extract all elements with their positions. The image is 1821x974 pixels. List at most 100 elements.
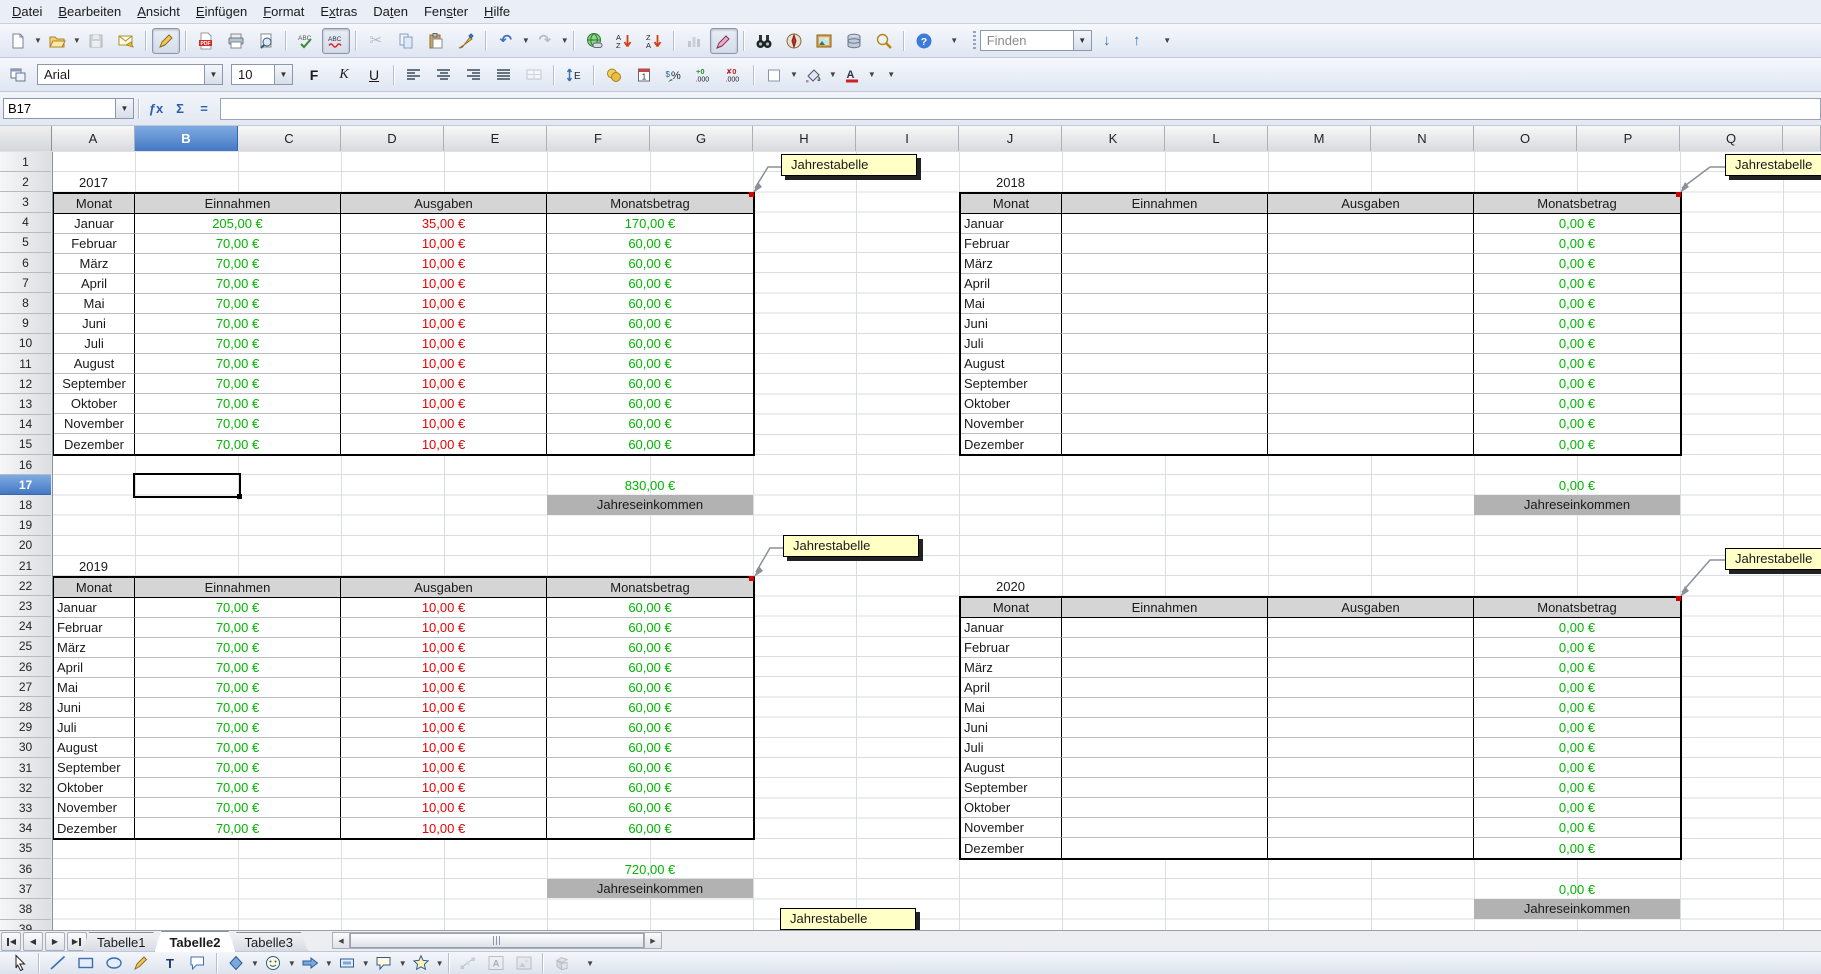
first-sheet-button[interactable]: ◀ [1, 932, 21, 951]
month-cell[interactable]: Mai [961, 698, 1062, 718]
month-cell[interactable]: Dezember [961, 838, 1062, 858]
month-cell[interactable]: September [54, 374, 135, 394]
monatsbetrag-cell[interactable]: 60,00 € [547, 354, 753, 374]
month-cell[interactable]: Januar [54, 598, 135, 618]
underline-button[interactable]: U [360, 62, 388, 88]
ausgaben-cell[interactable] [1268, 254, 1474, 274]
monatsbetrag-cell[interactable]: 60,00 € [547, 414, 753, 434]
chevron-down-icon[interactable]: ▼ [561, 36, 569, 45]
einnahmen-cell[interactable]: 205,00 € [135, 214, 341, 234]
monatsbetrag-cell[interactable]: 60,00 € [547, 818, 753, 838]
column-header-A[interactable]: A [52, 126, 135, 151]
italic-button[interactable]: K [330, 62, 358, 88]
ausgaben-cell[interactable]: 10,00 € [341, 778, 547, 798]
year-label-2019[interactable]: 2019 [52, 556, 135, 576]
month-cell[interactable]: Juli [54, 718, 135, 738]
monatsbetrag-cell[interactable]: 60,00 € [547, 334, 753, 354]
row-header-28[interactable]: 28 [0, 697, 51, 717]
select-all-corner[interactable] [0, 126, 52, 151]
block-arrows-button[interactable] [297, 952, 323, 974]
monatsbetrag-cell[interactable]: 0,00 € [1474, 778, 1680, 798]
einnahmen-cell[interactable] [1062, 758, 1268, 778]
ausgaben-cell[interactable]: 10,00 € [341, 618, 547, 638]
monatsbetrag-cell[interactable]: 60,00 € [547, 638, 753, 658]
column-header-I[interactable]: I [856, 126, 959, 151]
einnahmen-cell[interactable] [1062, 394, 1268, 414]
month-cell[interactable]: April [54, 658, 135, 678]
einnahmen-cell[interactable] [1062, 738, 1268, 758]
ausgaben-cell[interactable]: 10,00 € [341, 598, 547, 618]
chevron-down-icon[interactable]: ▼ [274, 65, 292, 84]
einnahmen-cell[interactable] [1062, 718, 1268, 738]
month-cell[interactable]: Februar [54, 234, 135, 254]
monatsbetrag-cell[interactable]: 60,00 € [547, 698, 753, 718]
sheet-tab-tabelle3[interactable]: Tabelle3 [230, 932, 308, 952]
callouts-button[interactable] [371, 952, 397, 974]
einnahmen-cell[interactable] [1062, 618, 1268, 638]
month-cell[interactable]: Dezember [54, 434, 135, 454]
ausgaben-cell[interactable] [1268, 838, 1474, 858]
month-cell[interactable]: November [961, 414, 1062, 434]
month-cell[interactable]: November [961, 818, 1062, 838]
find-previous-button[interactable]: ↑ [1123, 28, 1151, 54]
rectangle-button[interactable] [73, 952, 99, 974]
row-header-20[interactable]: 20 [0, 536, 51, 556]
find-toolbar-options-button[interactable]: ▼ [1153, 28, 1181, 54]
ausgaben-cell[interactable]: 10,00 € [341, 434, 547, 454]
ausgaben-cell[interactable] [1268, 678, 1474, 698]
row-header-2[interactable]: 2 [0, 172, 51, 192]
stars-button[interactable] [408, 952, 434, 974]
einnahmen-cell[interactable]: 70,00 € [135, 434, 341, 454]
scroll-left-button[interactable]: ◀ [333, 933, 350, 948]
month-cell[interactable]: Juni [961, 314, 1062, 334]
ausgaben-cell[interactable]: 10,00 € [341, 294, 547, 314]
row-header-30[interactable]: 30 [0, 738, 51, 758]
text-button[interactable]: T [157, 952, 183, 974]
row-header-37[interactable]: 37 [0, 879, 51, 899]
einnahmen-cell[interactable] [1062, 838, 1268, 858]
einnahmen-cell[interactable]: 70,00 € [135, 798, 341, 818]
einnahmen-cell[interactable]: 70,00 € [135, 374, 341, 394]
month-cell[interactable]: Juli [961, 334, 1062, 354]
month-cell[interactable]: Februar [961, 234, 1062, 254]
ausgaben-cell[interactable]: 10,00 € [341, 274, 547, 294]
fill-handle[interactable] [237, 494, 242, 499]
monatsbetrag-cell[interactable]: 0,00 € [1474, 434, 1680, 454]
menu-item-format[interactable]: Format [255, 2, 312, 21]
row-header-8[interactable]: 8 [0, 293, 51, 313]
month-cell[interactable]: Dezember [961, 434, 1062, 454]
row-header-10[interactable]: 10 [0, 334, 51, 354]
row-header-39[interactable]: 39 [0, 920, 51, 930]
month-cell[interactable]: April [961, 678, 1062, 698]
column-header-B[interactable]: B [135, 126, 238, 151]
row-header-32[interactable]: 32 [0, 778, 51, 798]
einnahmen-cell[interactable] [1062, 334, 1268, 354]
open-button[interactable] [43, 28, 71, 54]
ausgaben-cell[interactable]: 10,00 € [341, 414, 547, 434]
ausgaben-cell[interactable]: 10,00 € [341, 758, 547, 778]
callout-button[interactable] [185, 952, 211, 974]
find-input[interactable]: Finden▼ [980, 30, 1092, 51]
gallery-button[interactable] [810, 28, 838, 54]
menu-item-daten[interactable]: Daten [365, 2, 416, 21]
year-label-2018[interactable]: 2018 [959, 172, 1062, 192]
row-header-7[interactable]: 7 [0, 273, 51, 293]
column-header-K[interactable]: K [1062, 126, 1165, 151]
einnahmen-cell[interactable]: 70,00 € [135, 354, 341, 374]
table-header-cell[interactable]: Einnahmen [135, 578, 341, 598]
sort-ascending-button[interactable]: AZ [610, 28, 638, 54]
auto-spellcheck-button[interactable]: ABC [322, 28, 350, 54]
row-header-4[interactable]: 4 [0, 213, 51, 233]
sum-button[interactable]: Σ [168, 98, 192, 120]
einnahmen-cell[interactable]: 70,00 € [135, 314, 341, 334]
chevron-down-icon[interactable]: ▼ [325, 959, 333, 968]
monatsbetrag-cell[interactable]: 60,00 € [547, 374, 753, 394]
column-header-E[interactable]: E [444, 126, 547, 151]
monatsbetrag-cell[interactable]: 0,00 € [1474, 838, 1680, 858]
menu-item-einfgen[interactable]: Einfügen [188, 2, 255, 21]
ausgaben-cell[interactable] [1268, 434, 1474, 454]
chevron-down-icon[interactable]: ▼ [362, 959, 370, 968]
name-box-dropdown[interactable]: ▼ [115, 98, 134, 119]
year-sum-label-2018[interactable]: Jahreseinkommen [1474, 495, 1680, 514]
menu-item-fenster[interactable]: Fenster [416, 2, 476, 21]
